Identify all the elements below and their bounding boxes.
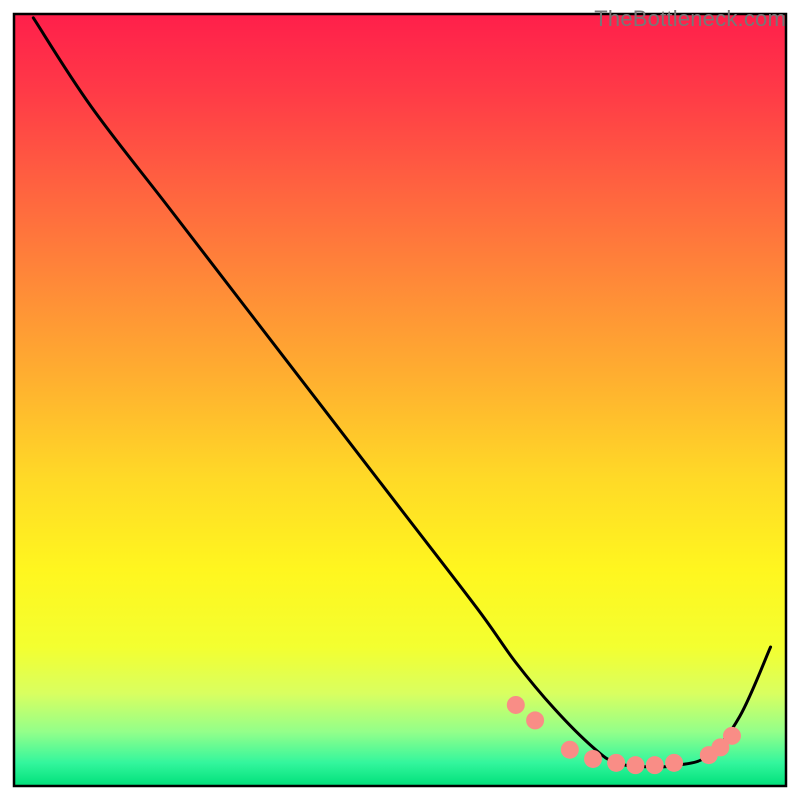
plot-background bbox=[14, 14, 786, 786]
chart-container: TheBottleneck.com bbox=[0, 0, 800, 800]
marker-dot bbox=[665, 754, 683, 772]
marker-dot bbox=[526, 711, 544, 729]
marker-dot bbox=[561, 741, 579, 759]
marker-dot bbox=[507, 696, 525, 714]
marker-dot bbox=[607, 754, 625, 772]
watermark-text: TheBottleneck.com bbox=[594, 6, 786, 32]
marker-dot bbox=[646, 756, 664, 774]
marker-dot bbox=[626, 756, 644, 774]
bottleneck-chart bbox=[0, 0, 800, 800]
marker-dot bbox=[723, 727, 741, 745]
marker-dot bbox=[584, 750, 602, 768]
